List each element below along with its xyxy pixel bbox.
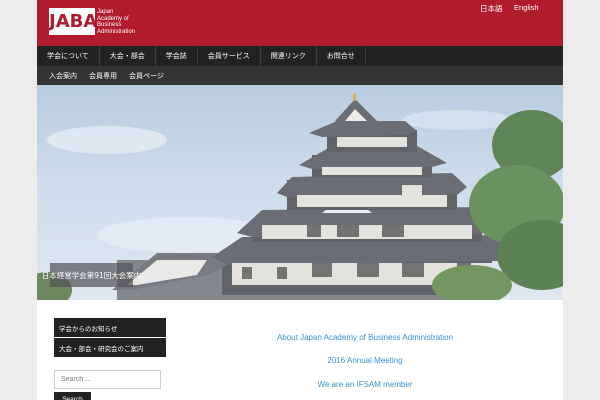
logo-mark: JABA [49,8,97,35]
page: JABA Japan Academy of Business Administr… [37,0,563,400]
nav-item-meetings[interactable]: 大会・部会 [100,46,156,66]
secondary-nav: 入会案内 会員専用 会員ページ [37,66,563,85]
main-link-about[interactable]: About Japan Academy of Business Administ… [247,333,483,342]
site-logo[interactable]: JABA Japan Academy of Business Administr… [49,8,135,35]
logo-line: Administration [97,28,136,35]
main-link-annual-meeting[interactable]: 2016 Annual Meeting [247,356,483,365]
nav-item-join[interactable]: 入会案内 [37,66,83,85]
primary-nav: 学会について 大会・部会 学会誌 会員サービス 関連リンク お問合せ [37,46,563,66]
main-link-ifsam[interactable]: We are an IFSAM member [247,380,483,389]
language-link-japanese[interactable]: 日本語 [480,3,503,14]
nav-item-member-services[interactable]: 会員サービス [198,46,261,66]
nav-item-contact[interactable]: お問合せ [317,46,366,66]
nav-item-related-links[interactable]: 関連リンク [261,46,317,66]
hero-banner: 日本経営学会第91回大会案内 [37,85,563,300]
nav-item-about[interactable]: 学会について [37,46,100,66]
language-link-english[interactable]: English [514,3,539,12]
logo-text: Japan Academy of Business Administration [97,9,135,35]
nav-item-member-page[interactable]: 会員ページ [123,66,170,85]
sidebar-link-events[interactable]: 大会・部会・研究会のご案内 [54,338,166,357]
sidebar-link-news[interactable]: 学会からのお知らせ [54,318,166,337]
nav-item-journal[interactable]: 学会誌 [156,46,198,66]
hero-caption[interactable]: 日本経営学会第91回大会案内 [42,263,141,287]
search-input[interactable] [54,370,161,389]
site-header: JABA Japan Academy of Business Administr… [37,0,563,46]
search-button[interactable]: Search [54,392,91,400]
nav-item-members-only[interactable]: 会員専用 [83,66,123,85]
